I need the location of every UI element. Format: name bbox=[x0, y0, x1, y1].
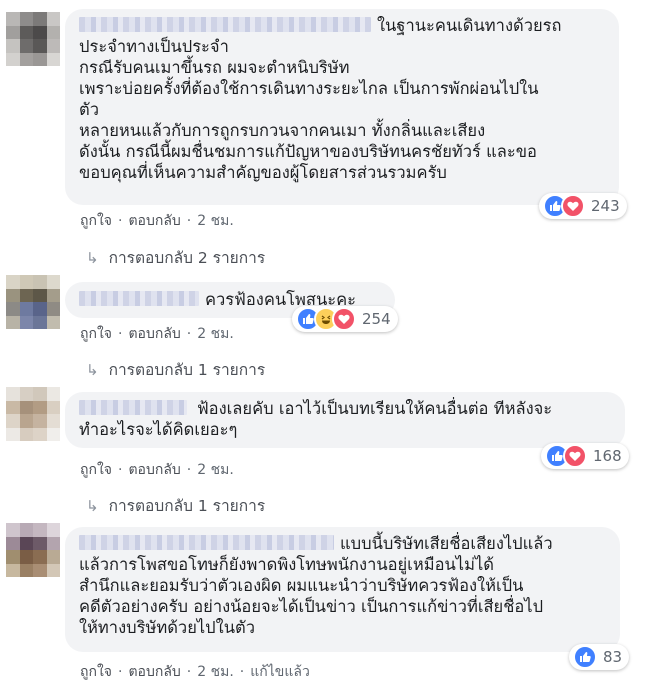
comment-actions: ถูกใจ · ตอบกลับ · 2 ชม. bbox=[80, 326, 234, 342]
avatar[interactable] bbox=[6, 387, 60, 441]
comment-text-line: ทำอะไรจะได้คิดเยอะๆ bbox=[79, 420, 238, 439]
reaction-summary[interactable]: 254 bbox=[292, 306, 398, 332]
comment-actions: ถูกใจ · ตอบกลับ · 2 ชม. · แก้ไขแล้ว bbox=[80, 664, 310, 680]
comment-text-line: คดีตัวอย่างครับ อย่างน้อยจะได้เป็นข่าว เ… bbox=[79, 597, 544, 616]
reaction-count: 243 bbox=[591, 197, 620, 215]
avatar[interactable] bbox=[6, 12, 60, 66]
avatar[interactable] bbox=[6, 275, 60, 329]
reaction-count: 83 bbox=[603, 648, 623, 666]
like-link[interactable]: ถูกใจ bbox=[80, 664, 112, 680]
comment-text-line: ในฐานะคนเดินทางด้วยรถ bbox=[377, 16, 562, 35]
comment-text-line: ขอบคุณที่เห็นความสำคัญของผู้โดยสารส่วนรว… bbox=[79, 163, 447, 182]
comment-text-line: แล้วการโพสขอโทษก็ยังพาดพิงโทษพนักงานอยู่… bbox=[79, 555, 494, 574]
reaction-count: 254 bbox=[362, 310, 391, 328]
reaction-summary[interactable]: 168 bbox=[541, 443, 629, 469]
timestamp[interactable]: 2 ชม. bbox=[197, 664, 234, 680]
edited-label[interactable]: แก้ไขแล้ว bbox=[250, 664, 310, 680]
comment-actions: ถูกใจ · ตอบกลับ · 2 ชม. bbox=[80, 462, 234, 478]
commenter-name[interactable] bbox=[79, 400, 187, 415]
comment-text-line: แบบนี้บริษัทเสียชื่อเสียงไปแล้ว bbox=[340, 534, 553, 553]
timestamp[interactable]: 2 ชม. bbox=[197, 213, 234, 229]
comment-text-line: ให้ทางบริษัทด้วยไปในตัว bbox=[79, 618, 255, 637]
reply-arrow-icon: ↳ bbox=[86, 497, 99, 515]
love-reaction-icon bbox=[332, 307, 356, 331]
comment-text-line: กรณีรับคนเมาขึ้นรถ ผมจะตำหนิบริษัท bbox=[79, 58, 350, 77]
comment-text-line: ตัว bbox=[79, 100, 99, 119]
comment-actions: ถูกใจ · ตอบกลับ · 2 ชม. bbox=[80, 213, 234, 229]
reply-link[interactable]: ตอบกลับ bbox=[128, 664, 180, 680]
like-link[interactable]: ถูกใจ bbox=[80, 462, 112, 478]
view-replies-label: การตอบกลับ 1 รายการ bbox=[108, 497, 266, 515]
reaction-summary[interactable]: 243 bbox=[539, 193, 627, 219]
commenter-name[interactable] bbox=[79, 535, 334, 550]
comment-text-line: สำนึกและยอมรับว่าตัวเองผิด ผมแนะนำว่าบริ… bbox=[79, 576, 524, 595]
reaction-count: 168 bbox=[593, 447, 622, 465]
comment-text-line: ฟ้องเลยคับ เอาไว้เป็นบทเรียนให้คนอื่นต่อ… bbox=[197, 399, 553, 418]
view-replies-label: การตอบกลับ 2 รายการ bbox=[108, 249, 266, 267]
commenter-name[interactable] bbox=[79, 291, 199, 306]
like-reaction-icon bbox=[573, 645, 597, 669]
timestamp[interactable]: 2 ชม. bbox=[197, 326, 234, 342]
commenter-name[interactable] bbox=[79, 17, 371, 32]
comment-text-line: หลายหนแล้วกับการถูกรบกวนจากคนเมา ทั้งกลิ… bbox=[79, 121, 486, 140]
love-reaction-icon bbox=[561, 194, 585, 218]
reply-link[interactable]: ตอบกลับ bbox=[128, 326, 180, 342]
view-replies-link[interactable]: ↳ การตอบกลับ 1 รายการ bbox=[86, 357, 265, 382]
reply-arrow-icon: ↳ bbox=[86, 249, 99, 267]
comment-text-line: ประจำทางเป็นประจำ bbox=[79, 37, 229, 56]
reply-link[interactable]: ตอบกลับ bbox=[128, 213, 180, 229]
comment-text-line: ดังนั้น กรณีนี้ผมชื่นชมการแก้ปัญหาของบริ… bbox=[79, 142, 537, 161]
like-link[interactable]: ถูกใจ bbox=[80, 326, 112, 342]
like-link[interactable]: ถูกใจ bbox=[80, 213, 112, 229]
avatar[interactable] bbox=[6, 523, 60, 577]
view-replies-link[interactable]: ↳ การตอบกลับ 2 รายการ bbox=[86, 245, 265, 270]
comment-bubble: ฟ้องเลยคับ เอาไว้เป็นบทเรียนให้คนอื่นต่อ… bbox=[65, 392, 625, 448]
timestamp[interactable]: 2 ชม. bbox=[197, 462, 234, 478]
comment-bubble: ในฐานะคนเดินทางด้วยรถ ประจำทางเป็นประจำ … bbox=[65, 9, 619, 205]
reaction-summary[interactable]: 83 bbox=[569, 644, 630, 670]
reply-arrow-icon: ↳ bbox=[86, 361, 99, 379]
view-replies-link[interactable]: ↳ การตอบกลับ 1 รายการ bbox=[86, 493, 265, 518]
reply-link[interactable]: ตอบกลับ bbox=[128, 462, 180, 478]
view-replies-label: การตอบกลับ 1 รายการ bbox=[108, 361, 266, 379]
comment-text-line: เพราะบ่อยครั้งที่ต้องใช้การเดินทางระยะไก… bbox=[79, 79, 539, 98]
love-reaction-icon bbox=[563, 444, 587, 468]
comment-bubble: แบบนี้บริษัทเสียชื่อเสียงไปแล้ว แล้วการโ… bbox=[65, 527, 620, 652]
